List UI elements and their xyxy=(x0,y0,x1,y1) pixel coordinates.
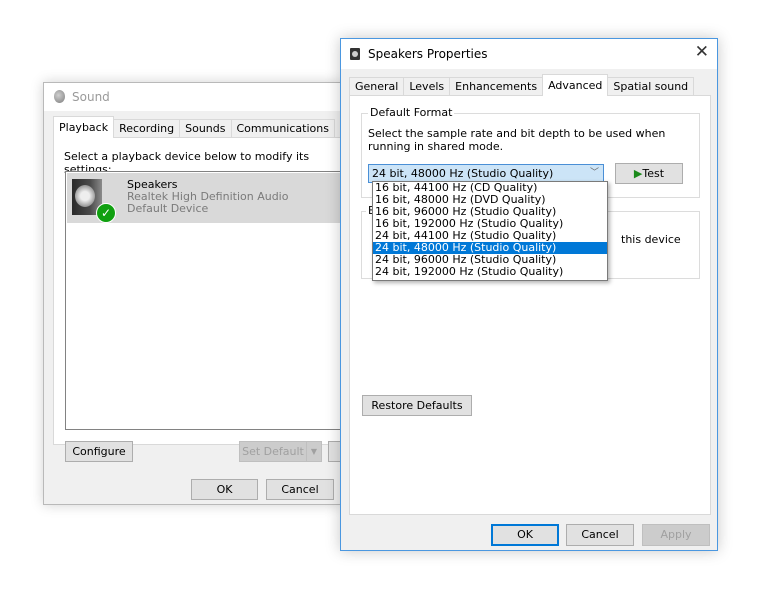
test-button[interactable]: ▶Test xyxy=(615,163,683,184)
device-status: Default Device xyxy=(127,202,209,215)
apply-button[interactable]: Apply xyxy=(642,524,710,546)
sound-cancel-button[interactable]: Cancel xyxy=(266,479,334,500)
chevron-down-icon: ▼ xyxy=(310,447,318,456)
properties-title: Speakers Properties xyxy=(368,47,488,61)
tab-recording[interactable]: Recording xyxy=(113,119,181,138)
tab-advanced[interactable]: Advanced xyxy=(542,74,609,96)
properties-titlebar[interactable]: Speakers Properties ✕ xyxy=(341,39,717,69)
device-list[interactable]: ✓ Speakers Realtek High Definition Audio… xyxy=(65,171,357,430)
advanced-panel: Default Format Select the sample rate an… xyxy=(349,95,711,515)
tab-spatial-sound[interactable]: Spatial sound xyxy=(607,77,695,96)
tab-sounds[interactable]: Sounds xyxy=(179,119,232,138)
default-device-check-icon: ✓ xyxy=(96,203,116,223)
sound-tabs: Playback Recording Sounds Communications xyxy=(53,116,335,138)
sound-dialog: Sound Playback Recording Sounds Communic… xyxy=(43,82,357,505)
close-icon[interactable]: ✕ xyxy=(695,42,709,62)
speaker-app-icon xyxy=(54,90,65,103)
exclusive-control-text: this device xyxy=(621,233,681,246)
tab-levels[interactable]: Levels xyxy=(403,77,451,96)
tab-general[interactable]: General xyxy=(349,77,405,96)
sound-titlebar[interactable]: Sound xyxy=(44,83,342,111)
device-item-speakers[interactable]: ✓ Speakers Realtek High Definition Audio… xyxy=(67,173,356,223)
tab-enhancements[interactable]: Enhancements xyxy=(449,77,544,96)
sound-ok-button[interactable]: OK xyxy=(191,479,258,500)
playback-panel: Select a playback device below to modify… xyxy=(53,137,357,445)
properties-cancel-button[interactable]: Cancel xyxy=(566,524,634,546)
tab-communications[interactable]: Communications xyxy=(230,119,335,138)
configure-button[interactable]: Configure xyxy=(65,441,133,462)
sound-title: Sound xyxy=(72,90,110,104)
speaker-device-icon: ✓ xyxy=(72,179,116,223)
speaker-app-icon xyxy=(350,48,360,60)
default-format-label: Default Format xyxy=(368,106,455,119)
set-default-button[interactable]: Set Default xyxy=(239,441,307,462)
format-option[interactable]: 24 bit, 192000 Hz (Studio Quality) xyxy=(373,266,607,278)
properties-tabs: General Levels Enhancements Advanced Spa… xyxy=(349,74,695,96)
sample-rate-dropdown-list[interactable]: 16 bit, 44100 Hz (CD Quality) 16 bit, 48… xyxy=(372,181,608,281)
chevron-down-icon: ﹀ xyxy=(589,168,599,178)
default-format-description: Select the sample rate and bit depth to … xyxy=(368,127,666,153)
speakers-properties-dialog: Speakers Properties ✕ General Levels Enh… xyxy=(340,38,718,551)
sample-rate-value: 24 bit, 48000 Hz (Studio Quality) xyxy=(372,167,554,180)
set-default-dropdown-button[interactable]: ▼ xyxy=(306,441,322,462)
restore-defaults-button[interactable]: Restore Defaults xyxy=(362,395,472,416)
properties-ok-button[interactable]: OK xyxy=(491,524,559,546)
tab-playback[interactable]: Playback xyxy=(53,116,115,138)
